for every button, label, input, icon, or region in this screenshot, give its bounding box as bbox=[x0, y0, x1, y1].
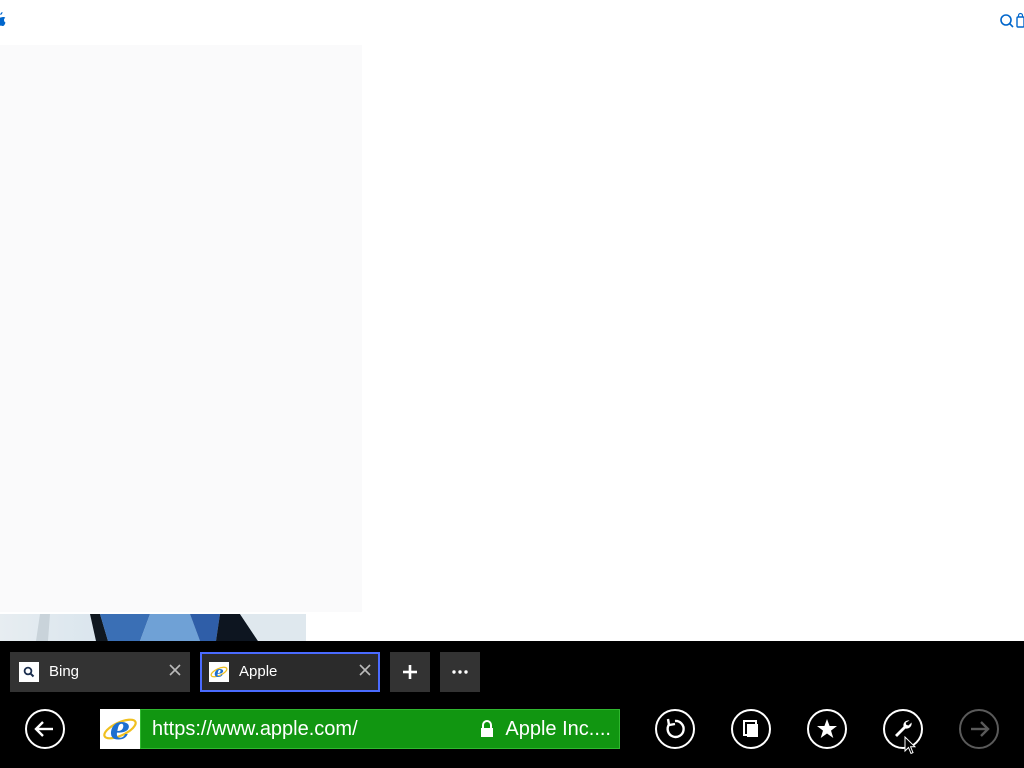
lock-icon bbox=[481, 720, 494, 737]
search-icon bbox=[19, 662, 39, 682]
address-bar[interactable]: e https://www.apple.com/ Apple Inc.... bbox=[100, 709, 620, 749]
tab-label: Apple bbox=[239, 663, 278, 680]
security-label: Apple Inc.... bbox=[505, 718, 611, 740]
site-identity-ie-icon[interactable]: e bbox=[100, 709, 140, 749]
back-button[interactable] bbox=[25, 709, 65, 749]
more-icon bbox=[452, 670, 468, 674]
favorites-button[interactable] bbox=[807, 709, 847, 749]
mouse-cursor-icon bbox=[904, 736, 916, 755]
refresh-icon bbox=[666, 718, 685, 739]
back-arrow-icon bbox=[34, 721, 53, 737]
web-content[interactable] bbox=[0, 0, 1024, 641]
url-field[interactable]: https://www.apple.com/ Apple Inc.... bbox=[140, 709, 620, 749]
app-bar: Bing e Apple e https://www.apple.com/ Ap… bbox=[0, 641, 1024, 768]
security-report[interactable]: Apple Inc.... bbox=[479, 710, 611, 748]
pin-to-start-button[interactable] bbox=[731, 709, 771, 749]
new-tab-button[interactable] bbox=[390, 652, 430, 692]
tab-apple[interactable]: e Apple bbox=[200, 652, 380, 692]
url-text[interactable]: https://www.apple.com/ bbox=[152, 710, 358, 748]
refresh-button[interactable] bbox=[655, 709, 695, 749]
close-tab-icon[interactable] bbox=[358, 663, 372, 677]
plus-icon bbox=[403, 665, 417, 679]
tab-tools-button[interactable] bbox=[440, 652, 480, 692]
pin-to-start-icon bbox=[743, 720, 758, 737]
close-tab-icon[interactable] bbox=[168, 663, 182, 677]
promo-panel bbox=[0, 45, 362, 612]
svg-text:e: e bbox=[110, 709, 130, 747]
page-tools-button[interactable] bbox=[883, 709, 923, 749]
svg-text:e: e bbox=[214, 663, 224, 681]
star-icon bbox=[817, 719, 837, 738]
ie-icon: e bbox=[209, 662, 229, 682]
apple-logo-icon[interactable] bbox=[0, 11, 6, 27]
browser-window: Bing e Apple e https://www.apple.com/ Ap… bbox=[0, 0, 1024, 768]
tab-bing[interactable]: Bing bbox=[10, 652, 190, 692]
site-search-bag-icon[interactable] bbox=[998, 12, 1024, 30]
hero-product-image[interactable] bbox=[0, 614, 306, 641]
forward-arrow-icon bbox=[971, 721, 990, 737]
tab-label: Bing bbox=[49, 663, 80, 680]
forward-button[interactable] bbox=[959, 709, 999, 749]
